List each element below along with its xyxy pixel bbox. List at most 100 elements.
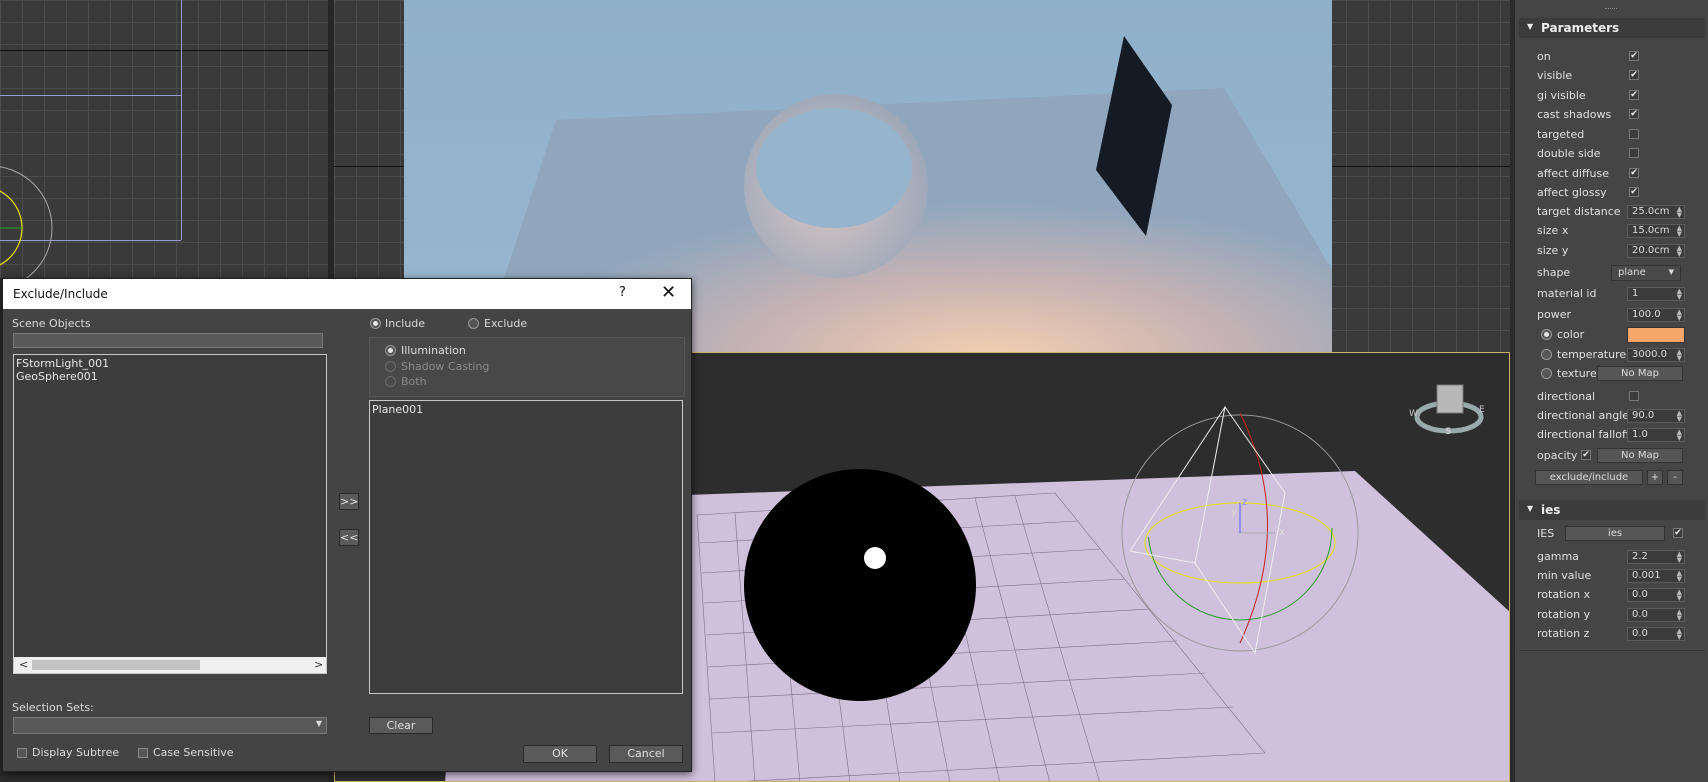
scroll-left-icon[interactable]: < <box>19 658 28 671</box>
scene-objects-search-input[interactable] <box>13 333 323 348</box>
directional-falloff-spinner[interactable]: 1.0 ▲ ▼ <box>1627 428 1685 442</box>
exclude-radio[interactable] <box>468 318 479 329</box>
viewport-top-left[interactable] <box>0 0 328 278</box>
horizontal-scrollbar[interactable]: < > <box>14 657 326 673</box>
affect-glossy-checkbox[interactable]: ✔ <box>1629 187 1639 197</box>
spinner-arrows-icon[interactable]: ▲ ▼ <box>1677 410 1682 423</box>
ok-button[interactable]: OK <box>523 745 597 763</box>
directional-angle-spinner[interactable]: 90.0 ▲ ▼ <box>1627 409 1685 423</box>
case-sensitive-checkbox[interactable] <box>138 748 148 758</box>
spinner-arrows-icon[interactable]: ▲ ▼ <box>1677 628 1682 641</box>
min-value-spinner[interactable]: 0.001 ▲ ▼ <box>1627 569 1685 583</box>
opacity-label: opacity <box>1537 449 1578 462</box>
illumination-radio[interactable] <box>385 345 396 356</box>
selection-sets-dropdown[interactable]: ▼ <box>13 717 327 734</box>
gi-visible-label: gi visible <box>1537 89 1586 102</box>
shape-dropdown[interactable]: plane ▼ <box>1611 265 1681 281</box>
clear-button[interactable]: Clear <box>369 717 433 734</box>
size-y-label: size y <box>1537 244 1569 257</box>
rotation-y-spinner[interactable]: 0.0 ▲ ▼ <box>1627 608 1685 622</box>
spinner-arrows-icon[interactable]: ▲ ▼ <box>1677 609 1682 622</box>
rotation-x-spinner[interactable]: 0.0 ▲ ▼ <box>1627 588 1685 602</box>
ies-checkbox[interactable]: ✔ <box>1673 528 1683 538</box>
opacity-map-button[interactable]: No Map <box>1597 448 1683 463</box>
rollout-divider <box>1519 650 1705 651</box>
both-label: Both <box>401 375 427 388</box>
directional-label: directional <box>1537 390 1596 403</box>
remove-from-list-button[interactable]: << <box>339 529 359 546</box>
collapse-triangle-icon: ▼ <box>1527 504 1534 513</box>
spinner-arrows-icon[interactable]: ▲ ▼ <box>1677 225 1682 238</box>
material-id-spinner[interactable]: 1 ▲ ▼ <box>1627 287 1685 301</box>
visible-checkbox[interactable]: ✔ <box>1629 70 1639 80</box>
both-radio[interactable] <box>385 376 396 387</box>
temperature-spinner[interactable]: 3000.0 ▲ ▼ <box>1627 348 1685 362</box>
ies-rollout-header[interactable]: ▼ ies <box>1519 500 1705 520</box>
opacity-checkbox[interactable]: ✔ <box>1581 450 1591 460</box>
gi-visible-checkbox[interactable]: ✔ <box>1629 90 1639 100</box>
viewcube[interactable]: W E S <box>1409 377 1489 437</box>
spinner-arrows-icon[interactable]: ▲ ▼ <box>1677 551 1682 564</box>
spinner-arrows-icon[interactable]: ▲ ▼ <box>1677 589 1682 602</box>
help-button[interactable]: ? <box>619 285 626 300</box>
display-subtree-checkbox[interactable] <box>17 748 27 758</box>
temperature-radio[interactable] <box>1541 349 1552 360</box>
temperature-label: temperature <box>1557 348 1627 361</box>
exclude-include-button[interactable]: exclude/include <box>1535 470 1643 485</box>
spinner-arrows-icon[interactable]: ▲ ▼ <box>1677 349 1682 362</box>
spinner-arrows-icon[interactable]: ▲ ▼ <box>1677 570 1682 583</box>
color-label: color <box>1557 328 1585 341</box>
include-radio[interactable] <box>370 318 381 329</box>
panel-grip[interactable] <box>1605 8 1617 12</box>
affect-diffuse-checkbox[interactable]: ✔ <box>1629 168 1639 178</box>
list-item[interactable]: GeoSphere001 <box>14 370 326 383</box>
color-radio[interactable] <box>1541 329 1552 340</box>
add-button[interactable]: + <box>1647 470 1663 485</box>
scene-objects-list[interactable]: FStormLight_001 GeoSphere001 < > <box>13 354 327 674</box>
target-distance-spinner[interactable]: 25.0cm ▲ ▼ <box>1627 205 1685 219</box>
texture-map-button[interactable]: No Map <box>1597 366 1683 381</box>
material-id-label: material id <box>1537 287 1597 300</box>
texture-radio[interactable] <box>1541 368 1552 379</box>
directional-falloff-label: directional falloff <box>1537 428 1630 441</box>
ies-file-button[interactable]: ies <box>1565 526 1665 541</box>
gamma-label: gamma <box>1537 550 1579 563</box>
size-x-value: 15.0cm <box>1632 225 1670 236</box>
spinner-arrows-icon[interactable]: ▲ ▼ <box>1677 429 1682 442</box>
gamma-value: 2.2 <box>1632 551 1648 562</box>
spinner-arrows-icon[interactable]: ▲ ▼ <box>1677 309 1682 322</box>
illumination-label: Illumination <box>401 344 466 357</box>
cancel-button[interactable]: Cancel <box>609 745 683 763</box>
gamma-spinner[interactable]: 2.2 ▲ ▼ <box>1627 550 1685 564</box>
directional-checkbox[interactable] <box>1629 391 1639 401</box>
color-swatch[interactable] <box>1627 327 1685 343</box>
parameters-rollout-header[interactable]: ▼ Parameters <box>1519 18 1705 38</box>
material-id-value: 1 <box>1632 288 1639 299</box>
remove-button[interactable]: - <box>1667 470 1683 485</box>
spinner-arrows-icon[interactable]: ▲ ▼ <box>1677 206 1682 219</box>
directional-angle-value: 90.0 <box>1632 410 1655 421</box>
targeted-checkbox[interactable] <box>1629 129 1639 139</box>
shadow-casting-radio[interactable] <box>385 361 396 372</box>
double-side-checkbox[interactable] <box>1629 148 1639 158</box>
size-y-spinner[interactable]: 20.0cm ▲ ▼ <box>1627 244 1685 258</box>
spinner-arrows-icon[interactable]: ▲ ▼ <box>1677 288 1682 301</box>
scroll-right-icon[interactable]: > <box>314 658 323 671</box>
spinner-arrows-icon[interactable]: ▲ ▼ <box>1677 245 1682 258</box>
close-icon[interactable]: ✕ <box>661 282 676 303</box>
power-spinner[interactable]: 100.0 ▲ ▼ <box>1627 308 1685 322</box>
rotation-z-spinner[interactable]: 0.0 ▲ ▼ <box>1627 627 1685 641</box>
visible-label: visible <box>1537 69 1573 82</box>
dialog-titlebar[interactable]: Exclude/Include ? ✕ <box>3 279 691 309</box>
on-checkbox[interactable]: ✔ <box>1629 51 1639 61</box>
list-item[interactable]: Plane001 <box>370 403 682 416</box>
display-subtree-label: Display Subtree <box>32 746 120 759</box>
cast-shadows-checkbox[interactable]: ✔ <box>1629 109 1639 119</box>
list-item[interactable]: FStormLight_001 <box>14 357 326 370</box>
illumination-options-group: Illumination Shadow Casting Both <box>369 337 685 397</box>
scroll-thumb[interactable] <box>32 660 200 670</box>
size-x-spinner[interactable]: 15.0cm ▲ ▼ <box>1627 224 1685 238</box>
scene-objects-label: Scene Objects <box>12 317 91 330</box>
add-to-list-button[interactable]: >> <box>339 493 359 510</box>
included-objects-list[interactable]: Plane001 <box>369 400 683 694</box>
